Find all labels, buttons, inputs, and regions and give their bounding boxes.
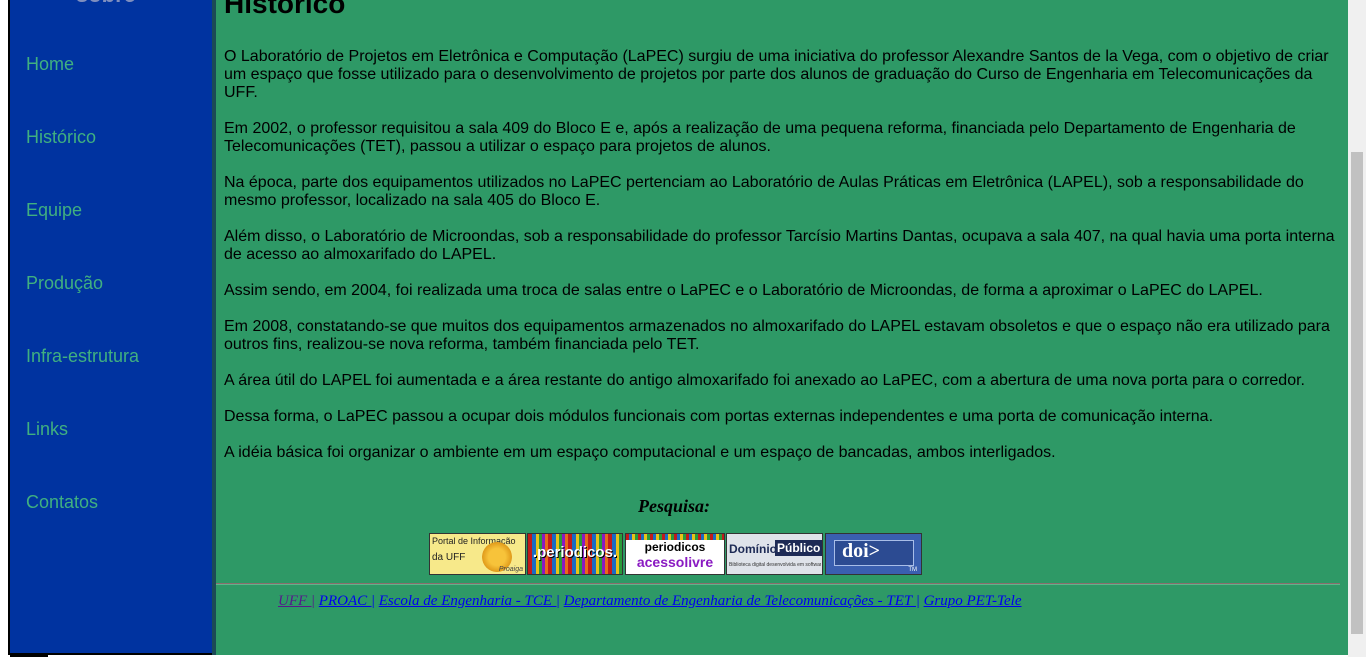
- footer-divider: [216, 583, 1340, 585]
- sidebar-item-historico[interactable]: Histórico: [26, 127, 96, 148]
- sidebar-item-equipe[interactable]: Equipe: [26, 200, 82, 221]
- sidebar-item-links[interactable]: Links: [26, 419, 68, 440]
- paragraph: Na época, parte dos equipamentos utiliza…: [224, 174, 1304, 209]
- scrollbar-thumb[interactable]: [1351, 152, 1363, 634]
- paragraph: Dessa forma, o LaPEC passou a ocupar doi…: [224, 408, 1214, 425]
- logo-text: acessolivre: [636, 554, 714, 570]
- vertical-scrollbar[interactable]: [1348, 0, 1366, 657]
- footer-link-proac[interactable]: PROAC |: [319, 593, 375, 609]
- main-content: Histórico O Laboratório de Projetos em E…: [216, 0, 1348, 657]
- paragraph: O Laboratório de Projetos em Eletrônica …: [224, 48, 1329, 101]
- dominio-publico-logo-link[interactable]: Domínio Público Biblioteca digital desen…: [726, 533, 823, 575]
- logo-text: Proaiga: [498, 566, 523, 573]
- paragraph: A área útil do LAPEL foi aumentada e a á…: [224, 372, 1305, 389]
- paragraph: Assim sendo, em 2004, foi realizada uma …: [224, 282, 1263, 299]
- periodicos-acessolivre-logo-link[interactable]: periodicos acessolivre: [625, 533, 725, 575]
- portal-uff-logo-link[interactable]: Portal de Informação da UFF Proaiga: [429, 533, 526, 575]
- logo-text: da UFF: [432, 552, 466, 563]
- paragraph: Em 2008, constatando-se que muitos dos e…: [224, 318, 1330, 353]
- search-label: Pesquisa:: [638, 496, 710, 516]
- periodicos-logo-link[interactable]: .periodicos.: [527, 533, 623, 575]
- doi-logo-link[interactable]: doi> TM: [825, 533, 922, 575]
- footer-link-grupo-pet-tele[interactable]: Grupo PET-Tele: [924, 593, 1022, 609]
- logo-text: Público: [775, 540, 822, 556]
- footer-links: UFF | PROAC | Escola de Engenharia - TCE…: [278, 593, 1022, 610]
- footer-link-escola-engenharia[interactable]: Escola de Engenharia - TCE |: [379, 593, 560, 609]
- sidebar-item-producao[interactable]: Produção: [26, 273, 103, 294]
- sidebar-nav: sobre Home Histórico Equipe Produção Inf…: [8, 0, 214, 655]
- sidebar-item-contatos[interactable]: Contatos: [26, 492, 98, 513]
- logo-text: periodicos: [644, 540, 706, 554]
- footer-link-departamento-tet[interactable]: Departamento de Engenharia de Telecomuni…: [564, 593, 920, 609]
- page-title: Histórico: [224, 0, 346, 19]
- logo-text: TM: [908, 567, 917, 573]
- logo-text: Biblioteca digital desenvolvida em softw…: [729, 562, 821, 568]
- paragraph: Em 2002, o professor requisitou a sala 4…: [224, 120, 1296, 155]
- footer-link-uff[interactable]: UFF |: [278, 593, 315, 609]
- logo-text: .periodicos.: [532, 544, 618, 561]
- sidebar-item-home[interactable]: Home: [26, 54, 74, 75]
- paragraph: A idéia básica foi organizar o ambiente …: [224, 444, 1056, 461]
- paragraph: Além disso, o Laboratório de Microondas,…: [224, 228, 1335, 263]
- logo-text: doi>: [842, 540, 881, 562]
- window-left-edge: [0, 0, 8, 657]
- sidebar-top-text: sobre: [76, 0, 156, 2]
- logo-text: Domínio: [729, 542, 777, 556]
- sidebar-item-infra-estrutura[interactable]: Infra-estrutura: [26, 346, 139, 367]
